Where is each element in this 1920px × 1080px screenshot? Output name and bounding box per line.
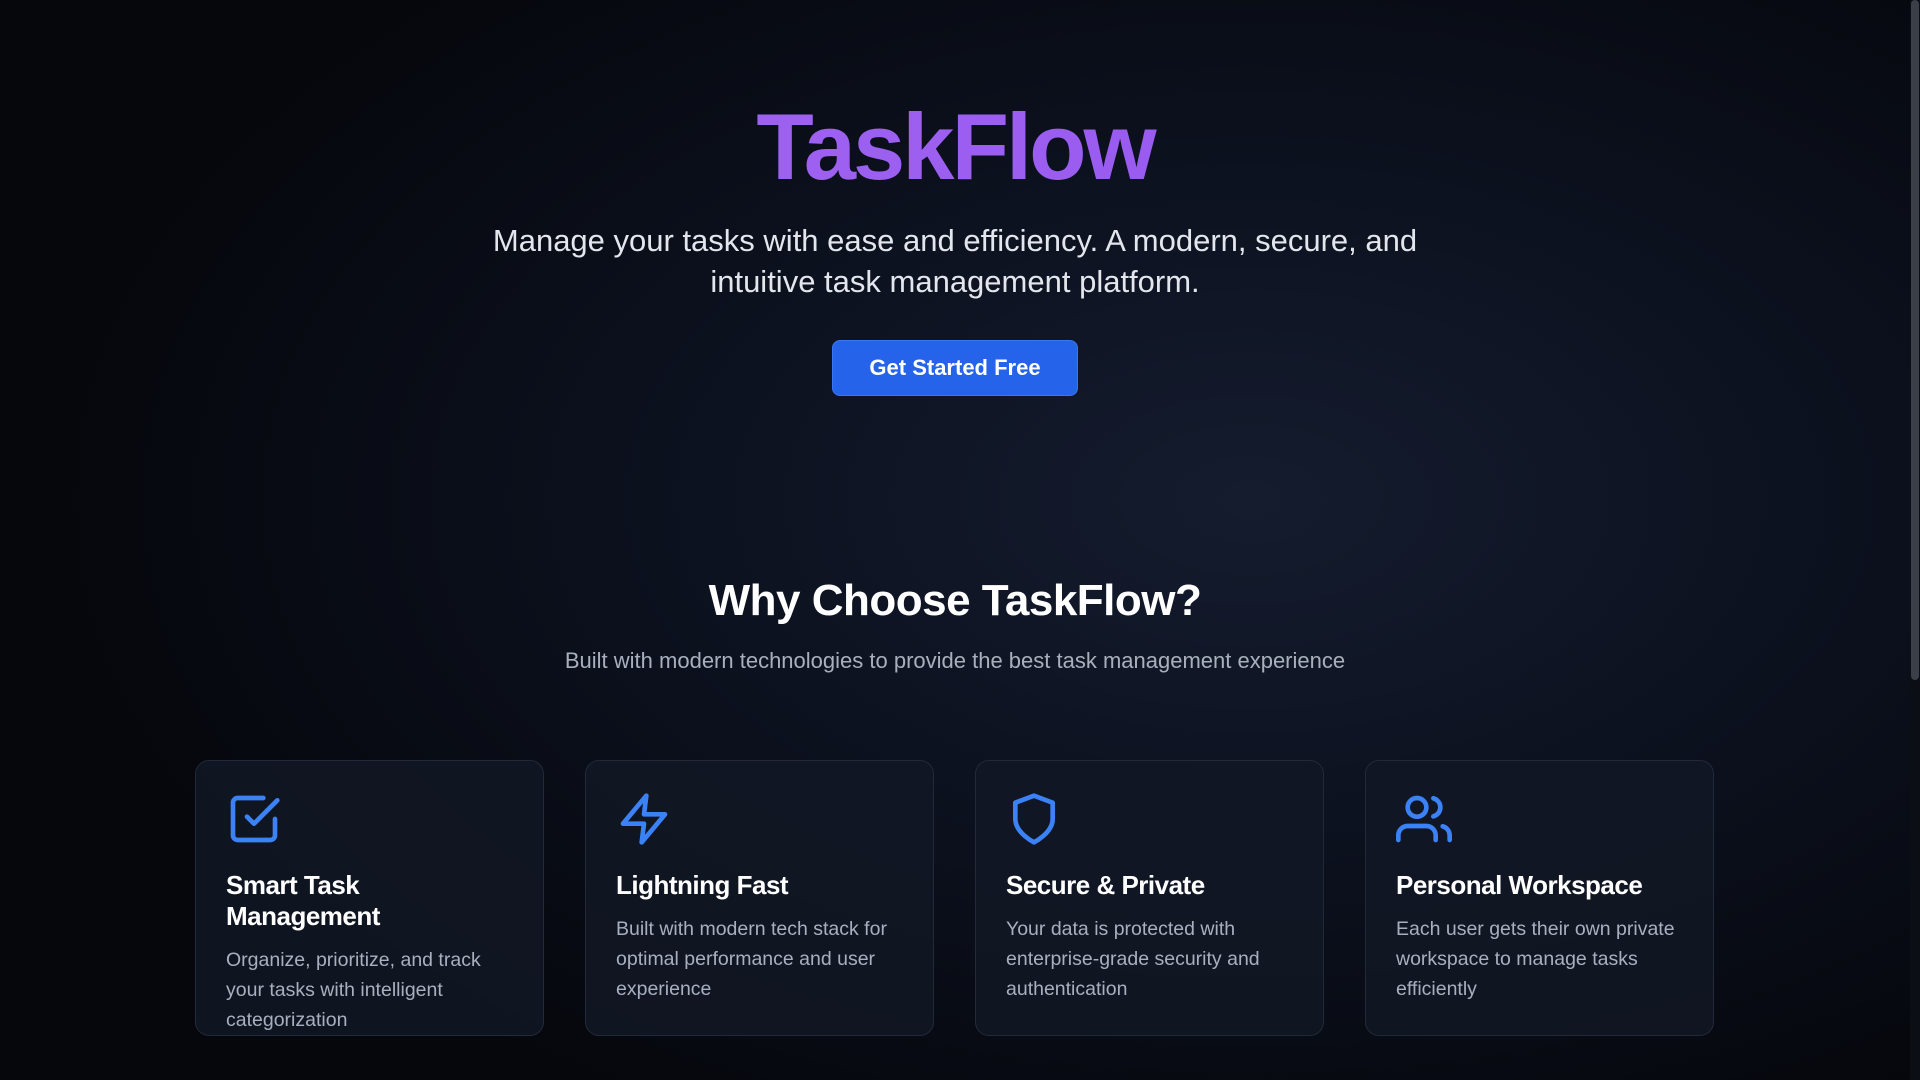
feature-card-lightning-fast: Lightning Fast Built with modern tech st… bbox=[585, 760, 934, 1036]
feature-card-personal-workspace: Personal Workspace Each user gets their … bbox=[1365, 760, 1714, 1036]
scrollbar-thumb[interactable] bbox=[1911, 0, 1919, 680]
lightning-icon bbox=[616, 791, 672, 847]
feature-card-title: Personal Workspace bbox=[1396, 870, 1643, 900]
feature-card-task-management: Smart Task Management Organize, prioriti… bbox=[195, 760, 544, 1036]
get-started-button[interactable]: Get Started Free bbox=[832, 340, 1078, 396]
feature-card-description: Each user gets their own private workspa… bbox=[1396, 918, 1675, 1000]
features-subtitle: Built with modern technologies to provid… bbox=[564, 648, 1346, 673]
feature-cards: Smart Task Management Organize, prioriti… bbox=[195, 760, 1715, 1036]
landing-page: TaskFlow Manage your tasks with ease and… bbox=[0, 0, 1910, 1080]
feature-card-description: Organize, prioritize, and track your tas… bbox=[226, 949, 481, 1031]
shield-icon bbox=[1006, 791, 1062, 847]
checkbox-icon bbox=[226, 791, 282, 847]
feature-card-description: Your data is protected with enterprise-g… bbox=[1006, 918, 1260, 1000]
brand-title: TaskFlow bbox=[0, 100, 1910, 194]
hero-tagline: Manage your tasks with ease and efficien… bbox=[492, 223, 1418, 299]
feature-card-title: Smart Task Management bbox=[226, 870, 380, 931]
feature-card-secure-private: Secure & Private Your data is protected … bbox=[975, 760, 1324, 1036]
feature-card-title: Secure & Private bbox=[1006, 870, 1205, 900]
feature-card-title: Lightning Fast bbox=[616, 870, 789, 900]
feature-card-description: Built with modern tech stack for optimal… bbox=[616, 918, 887, 1000]
users-icon bbox=[1396, 791, 1452, 847]
page-scrollbar[interactable] bbox=[1910, 0, 1920, 1080]
features-title: Why Choose TaskFlow? bbox=[708, 576, 1202, 625]
